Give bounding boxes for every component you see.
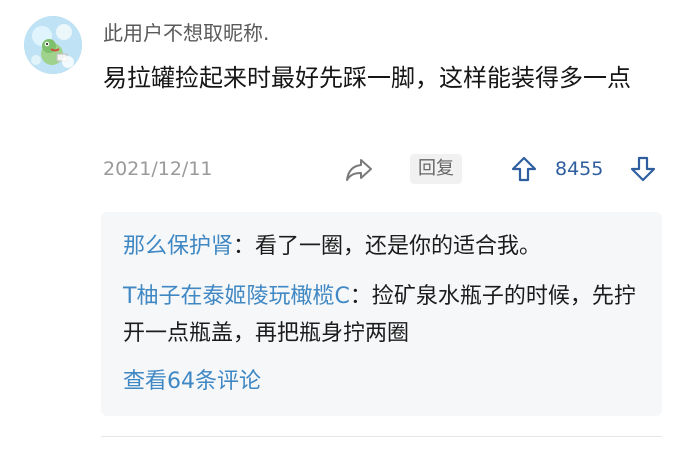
downvote-icon[interactable] (629, 155, 657, 183)
replies-box: 那么保护肾：看了一圈，还是你的适合我。 T柚子在泰姬陵玩橄榄C：捡矿泉水瓶子的时… (101, 212, 662, 416)
reply-item[interactable]: T柚子在泰姬陵玩橄榄C：捡矿泉水瓶子的时候，先拧开一点瓶盖，再把瓶身拧两圈 (123, 278, 643, 352)
reply-item[interactable]: 那么保护肾：看了一圈，还是你的适合我。 (123, 228, 643, 265)
view-more-comments-link[interactable]: 查看64条评论 (123, 363, 261, 400)
share-icon[interactable] (344, 156, 374, 184)
reply-separator: ： (349, 284, 372, 309)
reply-author[interactable]: 那么保护肾 (123, 234, 233, 259)
divider (101, 436, 662, 437)
username[interactable]: 此用户不想取昵称. (103, 17, 269, 46)
reply-separator: ： (233, 234, 256, 259)
upvote-icon[interactable] (510, 155, 538, 183)
avatar-icon (24, 16, 82, 74)
reply-text: 看了一圈，还是你的适合我。 (255, 234, 542, 259)
reply-author[interactable]: T柚子在泰姬陵玩橄榄C (123, 284, 350, 309)
post-date: 2021/12/11 (103, 158, 213, 180)
reply-button[interactable]: 回复 (410, 154, 462, 184)
vote-count: 8455 (555, 158, 604, 180)
meta-row: 2021/12/11 回复 8455 (103, 152, 663, 188)
avatar[interactable] (24, 16, 82, 74)
post-content: 易拉罐捡起来时最好先踩一脚，这样能装得多一点 (103, 64, 631, 92)
